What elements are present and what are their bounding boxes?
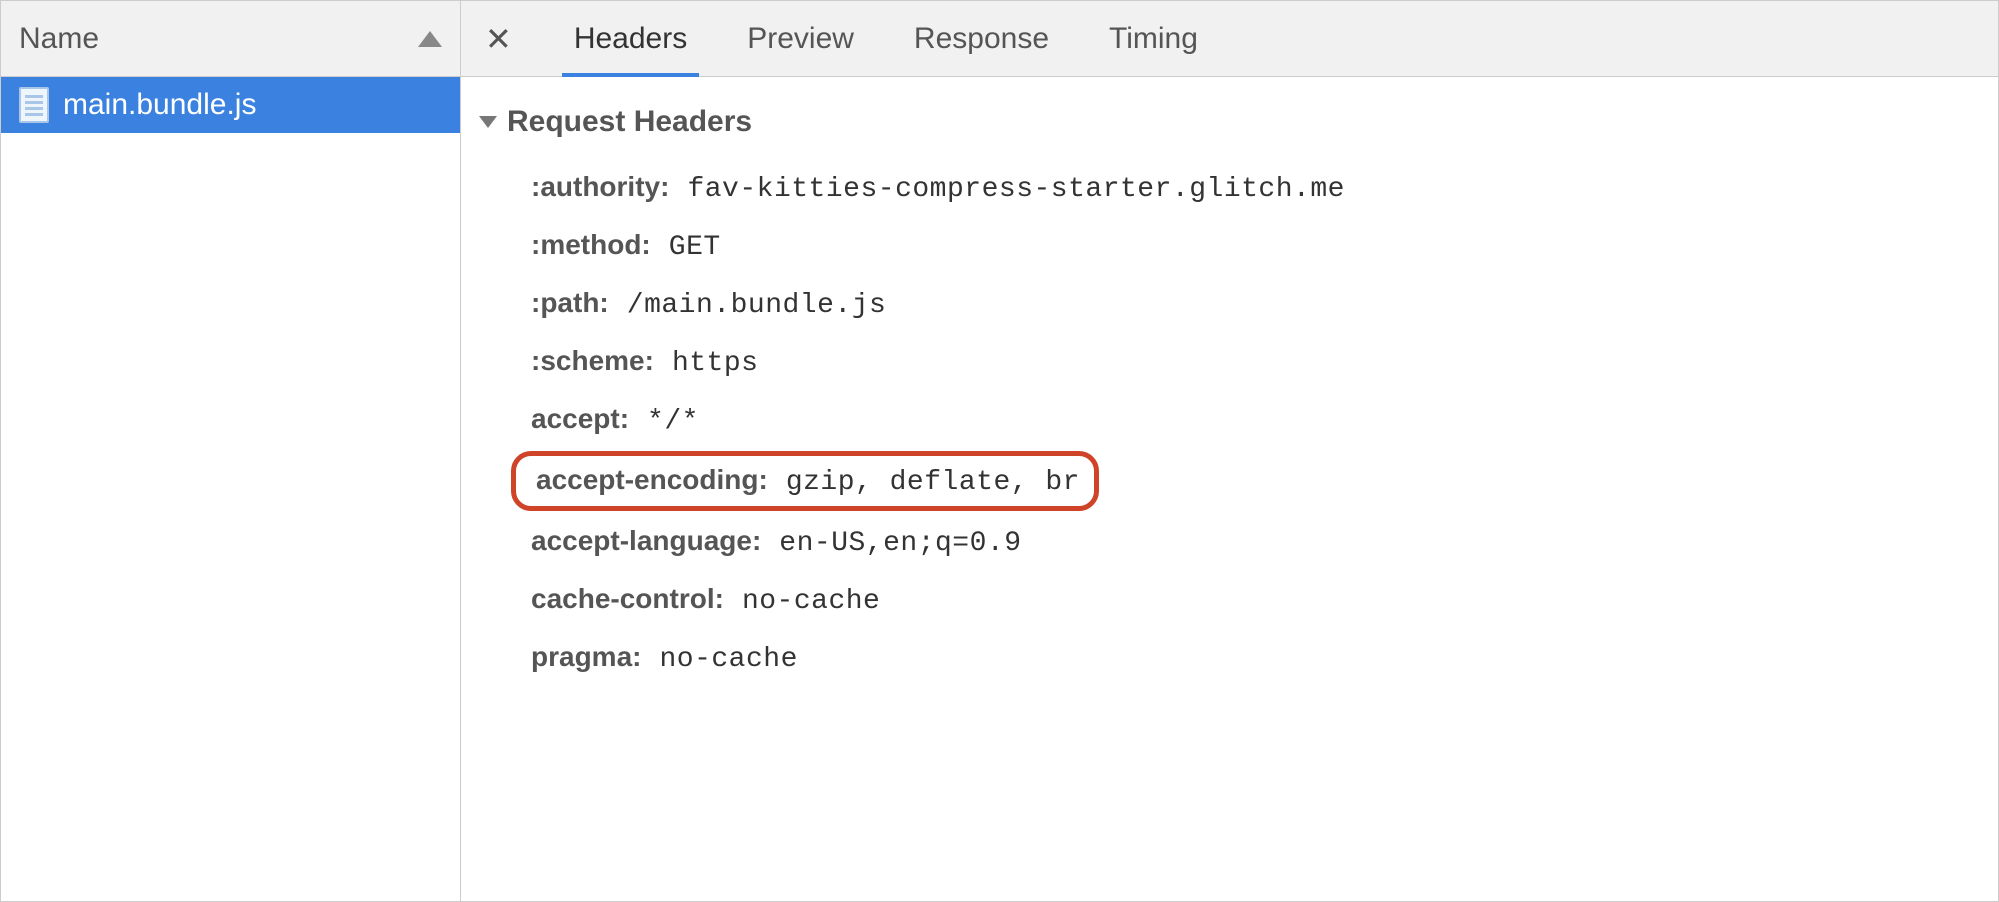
requests-list: main.bundle.js bbox=[1, 77, 460, 901]
header-value: fav-kitties-compress-starter.glitch.me bbox=[687, 174, 1345, 205]
header-row: :method: GET bbox=[475, 217, 1998, 275]
header-name: :authority: bbox=[531, 171, 669, 203]
header-value: https bbox=[672, 348, 759, 379]
header-name: accept: bbox=[531, 403, 629, 435]
header-row: :scheme: https bbox=[475, 333, 1998, 391]
tab-label: Headers bbox=[574, 22, 687, 56]
sort-ascending-icon bbox=[418, 31, 442, 47]
highlighted-header-row: accept-encoding: gzip, deflate, br bbox=[511, 451, 1099, 511]
header-name: :path: bbox=[531, 287, 609, 319]
tab-label: Timing bbox=[1109, 22, 1198, 56]
request-headers-list: :authority: fav-kitties-compress-starter.… bbox=[475, 159, 1998, 687]
section-title: Request Headers bbox=[507, 105, 752, 139]
header-value: en-US,en;q=0.9 bbox=[779, 528, 1021, 559]
header-row: :path: /main.bundle.js bbox=[475, 275, 1998, 333]
header-row: :authority: fav-kitties-compress-starter.… bbox=[475, 159, 1998, 217]
chevron-down-icon bbox=[479, 116, 497, 128]
header-value: no-cache bbox=[659, 644, 797, 675]
tab-headers[interactable]: Headers bbox=[568, 1, 693, 76]
name-column-label: Name bbox=[19, 22, 99, 56]
tab-preview[interactable]: Preview bbox=[741, 1, 860, 76]
devtools-network-panel: Name main.bundle.js ✕ Headers Preview Re… bbox=[0, 0, 1999, 902]
details-tab-bar: ✕ Headers Preview Response Timing bbox=[461, 1, 1998, 77]
headers-details-pane: Request Headers :authority: fav-kitties-c… bbox=[461, 77, 1998, 901]
requests-sidebar: Name main.bundle.js bbox=[1, 1, 461, 901]
header-value: GET bbox=[669, 232, 721, 263]
details-panel: ✕ Headers Preview Response Timing Reques… bbox=[461, 1, 1998, 901]
request-row-main-bundle[interactable]: main.bundle.js bbox=[1, 77, 460, 133]
request-headers-section-toggle[interactable]: Request Headers bbox=[475, 105, 1998, 139]
header-row: pragma: no-cache bbox=[475, 629, 1998, 687]
header-name: accept-language: bbox=[531, 525, 761, 557]
header-value: /main.bundle.js bbox=[627, 290, 887, 321]
tab-label: Response bbox=[914, 22, 1049, 56]
header-row: cache-control: no-cache bbox=[475, 571, 1998, 629]
header-row: accept-language: en-US,en;q=0.9 bbox=[475, 513, 1998, 571]
header-name: cache-control: bbox=[531, 583, 724, 615]
file-script-icon bbox=[19, 87, 49, 123]
close-icon[interactable]: ✕ bbox=[477, 19, 520, 59]
header-value: */* bbox=[647, 406, 699, 437]
header-value: gzip, deflate, br bbox=[786, 467, 1080, 498]
tab-label: Preview bbox=[747, 22, 854, 56]
tab-timing[interactable]: Timing bbox=[1103, 1, 1204, 76]
header-name: :method: bbox=[531, 229, 651, 261]
header-name: accept-encoding: bbox=[536, 464, 768, 496]
header-name: pragma: bbox=[531, 641, 641, 673]
request-file-name: main.bundle.js bbox=[63, 88, 256, 122]
name-column-header[interactable]: Name bbox=[1, 1, 460, 77]
header-row: accept: */* bbox=[475, 391, 1998, 449]
header-name: :scheme: bbox=[531, 345, 654, 377]
tab-response[interactable]: Response bbox=[908, 1, 1055, 76]
header-value: no-cache bbox=[742, 586, 880, 617]
